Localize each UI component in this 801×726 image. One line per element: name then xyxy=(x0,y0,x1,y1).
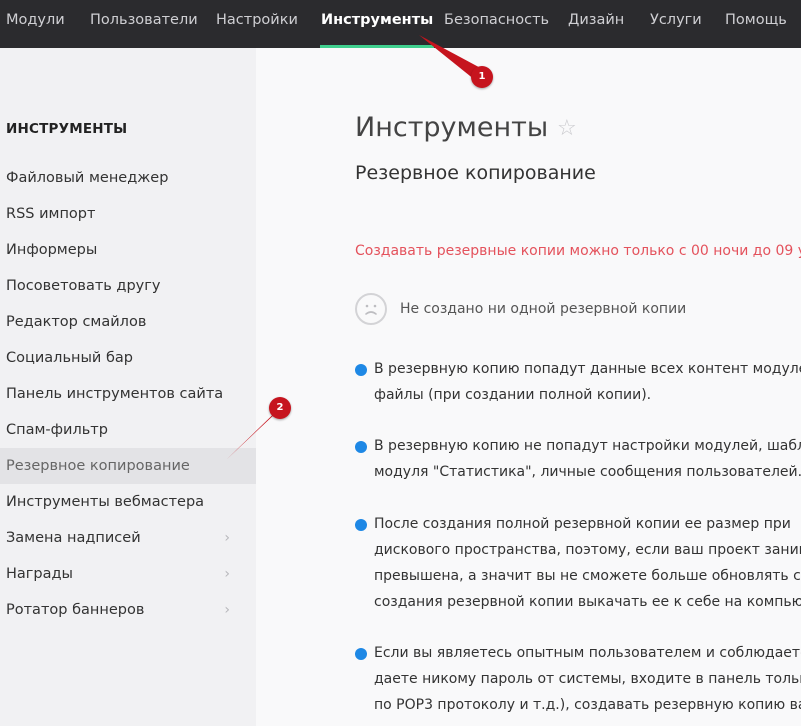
sidebar-item-label: Резервное копирование xyxy=(6,458,190,474)
sidebar-item-label: Инструменты вебмастера xyxy=(6,494,205,510)
sidebar: ИНСТРУМЕНТЫ Файловый менеджер RSS импорт… xyxy=(0,48,256,726)
sidebar-item-spam-filter[interactable]: Спам-фильтр xyxy=(0,412,256,448)
sidebar-item-label: Посоветовать другу xyxy=(6,278,161,294)
bullet-dot-icon xyxy=(355,441,367,453)
sidebar-item-text-replace[interactable]: Замена надписей › xyxy=(0,520,256,556)
bullet-dot-icon xyxy=(355,519,367,531)
sidebar-item-label: RSS импорт xyxy=(6,206,96,222)
sidebar-item-label: Социальный бар xyxy=(6,350,133,366)
sidebar-title: ИНСТРУМЕНТЫ xyxy=(6,121,128,137)
nav-tools[interactable]: Инструменты xyxy=(320,0,435,48)
nav-help[interactable]: Помощь xyxy=(725,0,787,48)
chevron-right-icon: › xyxy=(224,602,230,618)
sidebar-item-label: Награды xyxy=(6,566,73,582)
sidebar-item-banner-rotator[interactable]: Ротатор баннеров › xyxy=(0,592,256,628)
bullet-text-line: файлы (при создании полной копии). xyxy=(374,387,652,403)
sidebar-item-smiley-editor[interactable]: Редактор смайлов xyxy=(0,304,256,340)
nav-tools-label: Инструменты xyxy=(321,12,434,28)
bullet-text-line: создания резервной копии выкачать ее к с… xyxy=(374,594,801,610)
sidebar-item-label: Спам-фильтр xyxy=(6,422,108,438)
main-content: Инструменты ☆ Резервное копирование Созд… xyxy=(256,48,801,726)
section-subtitle: Резервное копирование xyxy=(355,162,596,184)
sidebar-item-site-toolbar[interactable]: Панель инструментов сайта xyxy=(0,376,256,412)
bullet-text-line: В резервную копию попадут данные всех ко… xyxy=(374,361,801,377)
sidebar-item-awards[interactable]: Награды › xyxy=(0,556,256,592)
backup-time-warning: Создавать резервные копии можно только с… xyxy=(355,243,801,259)
bullet-text-line: После создания полной резервной копии ее… xyxy=(374,516,791,532)
annotation-badge-1: 1 xyxy=(471,66,493,88)
sidebar-item-backup[interactable]: Резервное копирование xyxy=(0,448,256,484)
bullet-text-line: превышена, а значит вы не сможете больше… xyxy=(374,568,801,584)
nav-design[interactable]: Дизайн xyxy=(568,0,624,48)
sidebar-item-label: Информеры xyxy=(6,242,98,258)
bullet-text-line: дискового пространства, поэтому, если ва… xyxy=(374,542,801,558)
sidebar-item-informers[interactable]: Информеры xyxy=(0,232,256,268)
sidebar-item-recommend-friend[interactable]: Посоветовать другу xyxy=(0,268,256,304)
sidebar-item-social-bar[interactable]: Социальный бар xyxy=(0,340,256,376)
chevron-right-icon: › xyxy=(224,530,230,546)
bullet-text-line: модуля "Статистика", личные сообщения по… xyxy=(374,464,801,480)
sidebar-item-webmaster-tools[interactable]: Инструменты вебмастера xyxy=(0,484,256,520)
empty-state-text: Не создано ни одной резервной копии xyxy=(400,301,687,317)
sidebar-item-label: Замена надписей xyxy=(6,530,141,546)
top-navigation: Модули Пользователи Настройки Инструмент… xyxy=(0,0,801,48)
annotation-badge-2: 2 xyxy=(269,397,291,419)
sidebar-item-file-manager[interactable]: Файловый менеджер xyxy=(0,160,256,196)
nav-settings[interactable]: Настройки xyxy=(216,0,298,48)
nav-modules[interactable]: Модули xyxy=(6,0,65,48)
sidebar-item-label: Панель инструментов сайта xyxy=(6,386,224,402)
nav-services[interactable]: Услуги xyxy=(650,0,702,48)
bullet-text-line: по POP3 протоколу и т.д.), создавать рез… xyxy=(374,697,801,713)
sad-face-icon xyxy=(355,293,387,325)
chevron-right-icon: › xyxy=(224,566,230,582)
page-title: Инструменты xyxy=(355,112,549,143)
bullet-text-line: В резервную копию не попадут настройки м… xyxy=(374,438,801,454)
bullet-dot-icon xyxy=(355,364,367,376)
sidebar-item-label: Редактор смайлов xyxy=(6,314,147,330)
bullet-dot-icon xyxy=(355,648,367,660)
sidebar-item-label: Файловый менеджер xyxy=(6,170,169,186)
bullet-text-line: Если вы являетесь опытным пользователем … xyxy=(374,645,801,661)
sidebar-item-rss-import[interactable]: RSS импорт xyxy=(0,196,256,232)
sidebar-item-label: Ротатор баннеров xyxy=(6,602,145,618)
bullet-text-line: даете никому пароль от системы, входите … xyxy=(374,671,801,687)
star-icon[interactable]: ☆ xyxy=(557,116,577,141)
nav-users[interactable]: Пользователи xyxy=(90,0,198,48)
nav-security[interactable]: Безопасность xyxy=(444,0,549,48)
